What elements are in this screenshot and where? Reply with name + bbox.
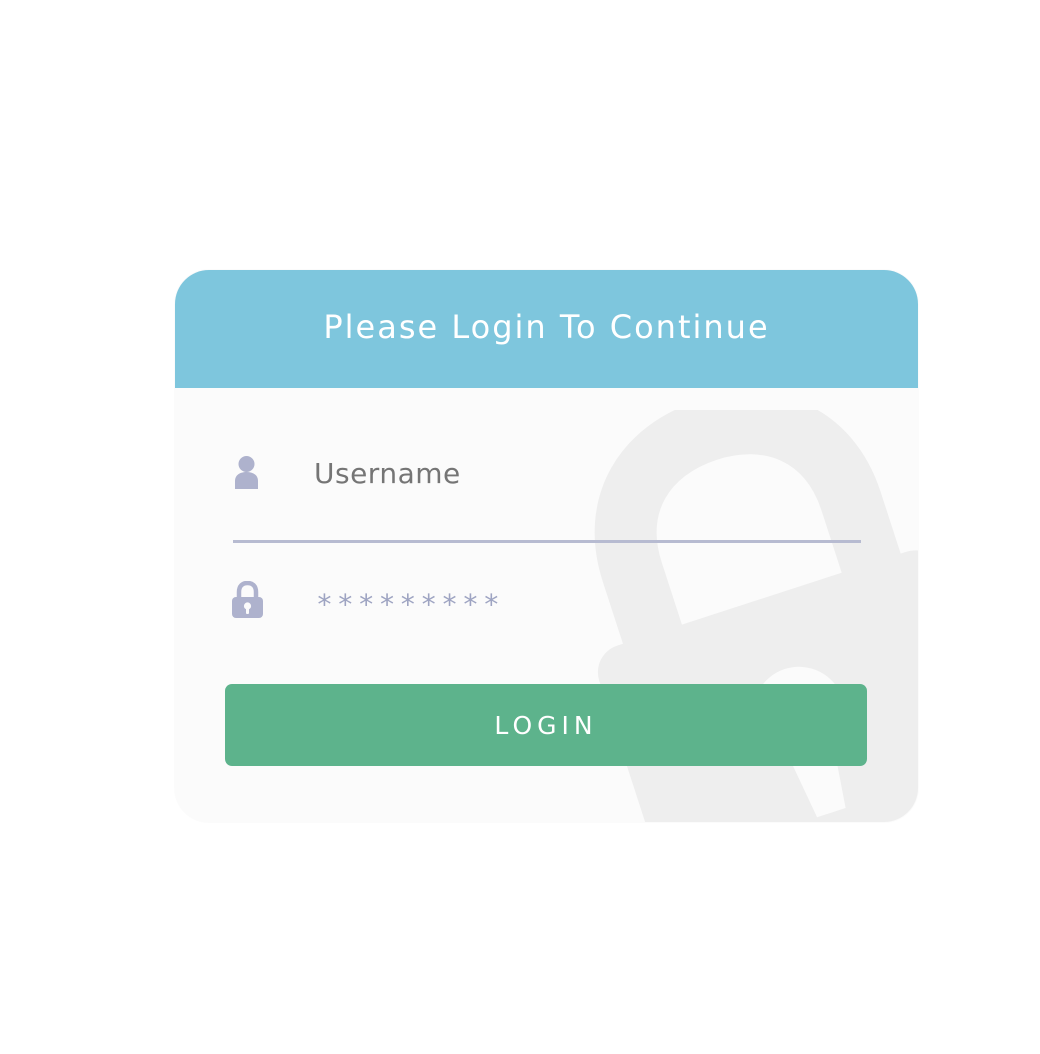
input-divider xyxy=(233,540,861,543)
login-button[interactable]: LOGIN xyxy=(225,684,867,766)
password-field[interactable]: ********* xyxy=(316,588,504,621)
page-title: Please Login To Continue xyxy=(323,308,770,346)
login-header: Please Login To Continue xyxy=(175,270,918,388)
lock-icon xyxy=(232,581,263,618)
username-field[interactable] xyxy=(314,455,734,491)
user-icon xyxy=(235,456,258,489)
login-card: Please Login To Continue ********* LOGIN xyxy=(175,270,918,822)
